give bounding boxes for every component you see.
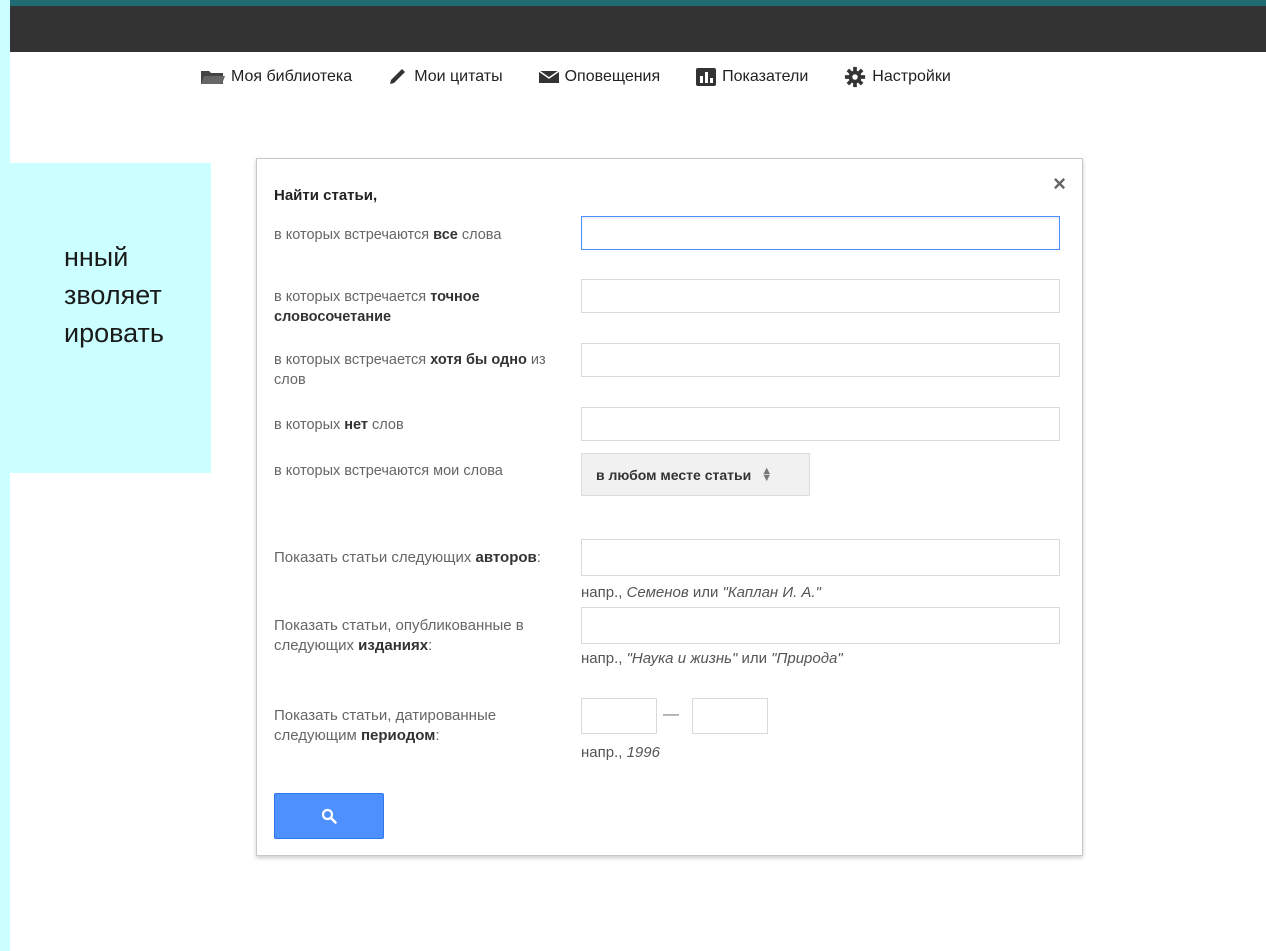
folder-icon [201, 71, 225, 84]
nav-label: Оповещения [564, 68, 661, 85]
bar-chart-icon [696, 68, 717, 86]
occurrence-label: в которых встречаются мои слова [274, 463, 503, 479]
nav-label: Моя библиотека [231, 68, 353, 85]
nav-metrics[interactable]: Показатели [695, 67, 808, 87]
gear-icon [845, 66, 866, 88]
any-words-label: в которых встречается хотя бы одно из сл… [274, 352, 546, 388]
all-words-input[interactable] [581, 216, 1060, 250]
search-button[interactable] [274, 793, 384, 839]
occurrence-select[interactable]: в любом месте статьи ▲ ▼ [581, 453, 810, 496]
period-from-input[interactable] [581, 698, 657, 734]
top-bar-slide-edge [0, 0, 10, 52]
occurrence-selected: в любом месте статьи [596, 466, 752, 483]
period-hint: напр., 1996 [581, 744, 660, 761]
advanced-search-dialog: × Найти статьи, в которых встречаются вс… [256, 158, 1083, 856]
period-to-input[interactable] [692, 698, 768, 734]
search-icon [321, 808, 337, 824]
nav-settings[interactable]: Настройки [843, 66, 951, 88]
select-arrows-icon: ▲ ▼ [761, 464, 773, 484]
slide-text-box: нный зволяет ировать [0, 163, 211, 473]
slide-text: нный зволяет ировать [64, 238, 164, 352]
authors-hint: напр., Семенов или "Каплан И. А." [581, 584, 821, 601]
exact-phrase-input[interactable] [581, 279, 1060, 313]
publications-label: Показать статьи, опубликованные в следую… [274, 617, 524, 654]
authors-input[interactable] [581, 539, 1060, 576]
publications-input[interactable] [581, 607, 1060, 644]
slide-line: зволяет [63, 280, 162, 310]
close-icon[interactable]: × [1053, 171, 1066, 197]
nav-label: Мои цитаты [414, 68, 503, 85]
nav-label: Показатели [722, 68, 809, 85]
top-bar-accent [0, 0, 1266, 6]
nav-my-citations[interactable]: Мои цитаты [387, 68, 503, 86]
nav-my-library[interactable]: Моя библиотека [200, 68, 352, 86]
all-words-label: в которых встречаются все слова [274, 227, 502, 243]
authors-label: Показать статьи следующих авторов: [274, 549, 541, 566]
any-words-input[interactable] [581, 343, 1060, 377]
none-words-input[interactable] [581, 407, 1060, 441]
slide-line: ировать [63, 318, 164, 348]
top-bar [0, 0, 1266, 52]
dialog-title: Найти статьи, [274, 187, 378, 204]
none-words-label: в которых нет слов [274, 417, 404, 433]
nav-label: Настройки [872, 68, 951, 85]
nav-alerts[interactable]: Оповещения [538, 68, 661, 86]
period-label: Показать статьи, датированные следующим … [274, 707, 497, 744]
publications-hint: напр., "Наука и жизнь" или "Природа" [581, 650, 843, 667]
exact-phrase-label: в которых встречается точное словосочета… [274, 289, 480, 325]
period-dash: — [663, 706, 679, 723]
pencil-icon [390, 69, 406, 84]
slide-line: нный [63, 242, 129, 272]
top-navigation: Моя библиотека Мои цитаты Оповещения Пок… [200, 64, 986, 90]
envelope-icon [538, 70, 560, 83]
